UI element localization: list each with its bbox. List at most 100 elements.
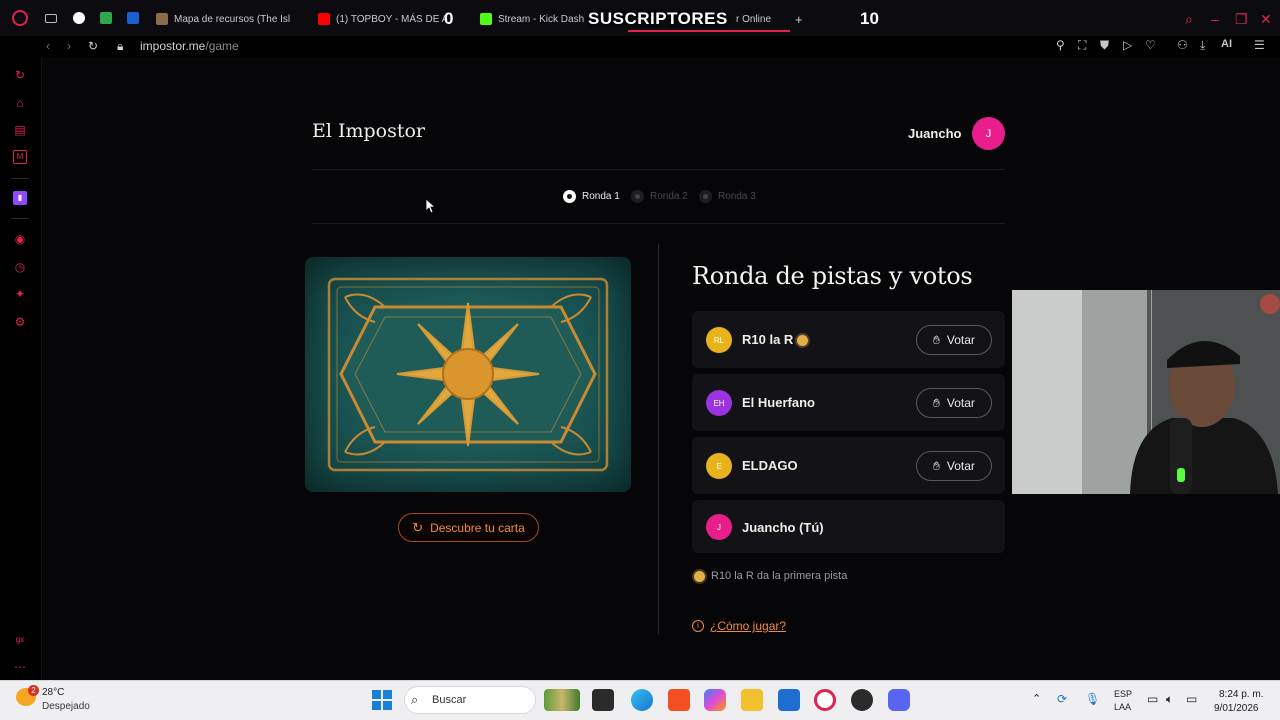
map-favicon-icon [156,13,168,25]
mouse-cursor-icon [425,198,437,218]
pinned-tab-icon[interactable] [73,12,85,24]
shield-icon[interactable]: ⛊ [1100,38,1109,53]
section-title: Ronda de pistas y votos [692,262,973,290]
back-icon[interactable]: ‹ [46,39,50,53]
youtube-favicon-icon [318,13,330,25]
sidebar-settings-icon[interactable]: ⚙ [13,315,27,329]
clock-time[interactable]: 8:24 p. m. [1219,689,1263,700]
file-explorer-icon[interactable] [741,689,763,711]
account-icon[interactable]: ⚇ [1177,38,1188,52]
tab-kick[interactable]: Stream - Kick Dash [480,10,588,28]
play-icon[interactable]: ▷ [1123,38,1132,52]
sidebar-gmail-icon[interactable]: M [13,150,27,164]
how-to-play-link[interactable]: i ¿Cómo jugar? [692,619,786,633]
opera-logo-icon[interactable] [12,10,28,26]
maximize-icon[interactable]: ❐ [1235,11,1248,28]
tray-sync-icon[interactable]: ⟳ [1057,692,1067,706]
volume-icon[interactable]: 🔈︎ [1166,692,1173,707]
round-label: Ronda 2 [650,191,688,202]
discord-icon[interactable] [888,689,910,711]
tab-youtube[interactable]: (1) TOPBOY - MÁS DE A [318,10,446,28]
taskbar-search-input[interactable] [404,686,536,714]
snapshot-icon[interactable]: ⛶ [1078,38,1086,53]
brave-icon[interactable] [668,689,690,711]
pin-icon[interactable]: ⚲ [1056,38,1065,52]
player-avatar: E [706,453,732,479]
url-field[interactable]: impostor.me/game [140,39,239,53]
calendar-tab-icon[interactable] [127,12,139,24]
round-indicator-3: Ronda 3 [699,190,756,203]
sidebar-gx-icon[interactable]: gx [13,633,27,647]
info-icon: i [692,620,704,632]
discover-card-button[interactable]: ↻ Descubre tu carta [398,513,539,542]
copilot-icon[interactable] [704,689,726,711]
hidden-card[interactable] [305,257,631,492]
battery-icon[interactable]: ▭ [1186,692,1197,706]
avatar[interactable]: J [972,117,1005,150]
sidebar-more-icon[interactable]: ⋯ [13,660,27,674]
edge-icon[interactable] [631,689,653,711]
download-icon[interactable]: ⤓ [1200,38,1205,53]
taskbar-search-placeholder: Buscar [432,694,467,706]
heart-icon[interactable]: ♡ [1145,38,1156,52]
menu-icon[interactable]: ☰ [1254,38,1265,52]
sidebar-clock-icon[interactable]: ◷ [13,260,27,274]
reload-icon[interactable]: ↻ [88,39,98,53]
tab-mapa-recursos[interactable]: Mapa de recursos (The Isl [156,10,300,28]
player-row: EH El Huerfano ✋︎ Votar [692,374,1005,431]
browser-tab-bar: Mapa de recursos (The Isl (1) TOPBOY - M… [0,0,1280,36]
sidebar-divider [11,178,29,179]
search-icon: ⌕ [411,692,419,707]
sidebar-divider [11,218,29,219]
first-clue-hint: R10 la R da la primera pista [694,570,847,582]
tab-label: Stream - Kick Dash [498,13,585,25]
minimize-icon[interactable]: – [1211,11,1219,27]
sidebar-shopping-icon[interactable]: ⌂ [13,96,27,110]
sidebar-wallet-icon[interactable]: ▤ [13,123,27,137]
url-path: /game [205,39,239,53]
player-avatar: J [706,514,732,540]
sheets-tab-icon[interactable] [100,12,112,24]
player-avatar: RL [706,327,732,353]
kick-favicon-icon [480,13,492,25]
sidebar-history-icon[interactable]: ↻ [13,68,27,82]
round-inactive-dot-icon [631,190,644,203]
player-name: ELDAGO [742,458,798,473]
close-icon[interactable]: ✕ [1260,11,1272,28]
network-icon[interactable]: ▭ [1147,692,1158,706]
tray-chevron-icon[interactable]: ⌃ [1032,692,1041,705]
player-row: E ELDAGO ✋︎ Votar [692,437,1005,494]
rounds-divider [312,223,1005,224]
vote-button[interactable]: ✋︎ Votar [916,451,992,481]
aria-ai-button[interactable]: AI [1221,38,1232,50]
sidebar-player-icon[interactable]: ◉ [13,232,27,246]
tab-search-icon[interactable]: ⌕ [1185,11,1193,28]
vote-button[interactable]: ✋︎ Votar [916,325,992,355]
round-label: Ronda 3 [718,191,756,202]
column-divider [658,244,659,634]
keyboard-layout: LAA [1114,702,1132,712]
outlook-icon[interactable] [778,689,800,711]
opera-gx-icon[interactable] [814,689,836,711]
windows-start-icon[interactable] [372,690,392,710]
tray-mic-icon[interactable]: 🎙︎ [1085,692,1100,706]
round-label: Ronda 1 [582,191,620,202]
player-avatar: EH [706,390,732,416]
overlay-right-count: 10 [860,9,879,28]
sidebar-extensions-icon[interactable]: ✦ [13,287,27,301]
round-active-dot-icon [563,190,576,203]
keyboard-language[interactable]: ESP [1114,689,1132,699]
app-icon[interactable] [851,689,873,711]
webcam-overlay [1012,290,1280,494]
url-domain: impostor.me [140,39,206,53]
discover-button-label: Descubre tu carta [430,520,525,535]
new-tab-button[interactable]: + [795,10,803,28]
hand-icon: ✋︎ [933,332,940,347]
vote-button[interactable]: ✋︎ Votar [916,388,992,418]
round-inactive-dot-icon [699,190,712,203]
tab-impostor[interactable]: r Online [736,10,786,28]
forward-icon[interactable]: › [67,39,71,53]
sidebar-twitch-icon[interactable]: ▮ [13,191,27,205]
task-view-icon[interactable] [592,689,614,711]
tab-overview-icon[interactable] [45,14,57,23]
